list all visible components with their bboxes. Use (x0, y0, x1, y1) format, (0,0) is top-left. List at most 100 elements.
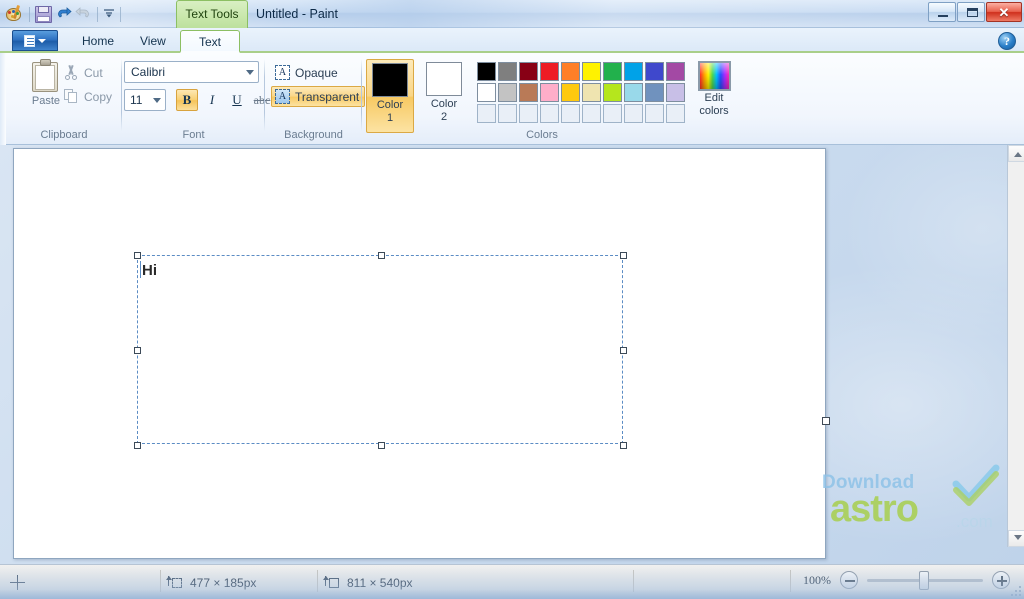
color-swatch-2-10[interactable] (666, 83, 685, 102)
resize-handle-n[interactable] (378, 252, 385, 259)
color-1-label-line2: 1 (386, 112, 394, 124)
color-swatch-2-2[interactable] (498, 83, 517, 102)
help-icon[interactable]: ? (998, 32, 1016, 50)
resize-handle-nw[interactable] (134, 252, 141, 259)
tab-home[interactable]: Home (68, 30, 128, 53)
image-size-icon (323, 575, 340, 590)
color-palette[interactable] (476, 61, 686, 124)
color-swatch-1-4[interactable] (540, 62, 559, 81)
font-family-combobox[interactable]: Calibri (124, 61, 259, 83)
paint-logo-icon[interactable] (6, 4, 24, 23)
status-divider-3 (633, 570, 634, 592)
customize-qat-icon[interactable] (103, 7, 115, 22)
color-swatch-3-3[interactable] (519, 104, 538, 123)
resize-handle-e[interactable] (620, 347, 627, 354)
resize-handle-w[interactable] (134, 347, 141, 354)
color-swatch-1-10[interactable] (666, 62, 685, 81)
scroll-up-button[interactable] (1008, 145, 1024, 162)
text-caret (140, 261, 141, 278)
scroll-down-button[interactable] (1008, 530, 1024, 547)
chevron-down-icon (38, 38, 46, 43)
qat-divider-1 (29, 6, 30, 22)
color-palette-row-3 (476, 103, 686, 124)
color-1-swatch (372, 63, 408, 97)
copy-button[interactable]: Copy (64, 89, 112, 104)
copy-icon (64, 89, 79, 104)
text-box[interactable]: Hi (134, 252, 627, 449)
color-swatch-1-9[interactable] (645, 62, 664, 81)
color-swatch-1-6[interactable] (582, 62, 601, 81)
color-swatch-3-5[interactable] (561, 104, 580, 123)
color-2-button[interactable]: Color 2 (420, 59, 468, 124)
resize-handle-s[interactable] (378, 442, 385, 449)
vertical-scrollbar[interactable] (1007, 145, 1024, 547)
ribbon-tab-row: Home View Text ? (0, 28, 1024, 80)
color-swatch-2-4[interactable] (540, 83, 559, 102)
color-swatch-2-3[interactable] (519, 83, 538, 102)
resize-handle-sw[interactable] (134, 442, 141, 449)
zoom-out-button[interactable] (840, 571, 858, 589)
color-palette-row-2 (476, 82, 686, 103)
resize-handle-se[interactable] (620, 442, 627, 449)
color-swatch-2-7[interactable] (603, 83, 622, 102)
color-swatch-3-4[interactable] (540, 104, 559, 123)
color-swatch-1-5[interactable] (561, 62, 580, 81)
resize-grip[interactable] (1009, 584, 1021, 596)
font-size-combobox[interactable]: 11 (124, 89, 166, 111)
color-swatch-3-9[interactable] (645, 104, 664, 123)
color-1-button[interactable]: Color 1 (366, 59, 414, 133)
tab-text[interactable]: Text (180, 30, 241, 53)
color-swatch-3-10[interactable] (666, 104, 685, 123)
color-swatch-1-7[interactable] (603, 62, 622, 81)
zoom-in-button[interactable] (992, 571, 1010, 589)
color-swatch-3-6[interactable] (582, 104, 601, 123)
color-swatch-1-2[interactable] (498, 62, 517, 81)
chevron-down-icon (153, 98, 161, 103)
minimize-button[interactable] (928, 2, 956, 22)
drawing-canvas[interactable]: Hi (13, 148, 826, 559)
save-icon[interactable] (35, 5, 52, 23)
edit-colors-button[interactable]: Edit colors (689, 59, 739, 118)
color-palette-row-1 (476, 61, 686, 82)
undo-icon[interactable] (55, 6, 72, 23)
status-divider-2 (317, 570, 318, 592)
rainbow-icon (697, 61, 731, 91)
color-swatch-3-8[interactable] (624, 104, 643, 123)
color-1-label-line1: Color (376, 99, 404, 111)
opaque-button[interactable]: A Opaque (271, 62, 344, 83)
tab-view[interactable]: View (126, 30, 180, 53)
color-swatch-3-7[interactable] (603, 104, 622, 123)
quick-access-toolbar[interactable] (6, 3, 123, 25)
chevron-down-icon (246, 70, 254, 75)
close-button[interactable]: ✕ (986, 2, 1022, 22)
underline-button[interactable]: U (226, 89, 248, 111)
color-swatch-2-1[interactable] (477, 83, 496, 102)
paint-window: Text Tools Untitled - Paint ✕ Home View … (0, 0, 1024, 599)
zoom-slider-thumb[interactable] (919, 570, 929, 590)
resize-handle-ne[interactable] (620, 252, 627, 259)
zoom-control[interactable]: 100% (803, 570, 1010, 590)
color-swatch-2-5[interactable] (561, 83, 580, 102)
transparent-button[interactable]: A Transparent (271, 86, 366, 107)
italic-button[interactable]: I (201, 89, 223, 111)
contextual-tab-text-tools[interactable]: Text Tools (176, 0, 248, 28)
color-swatch-3-2[interactable] (498, 104, 517, 123)
color-swatch-1-1[interactable] (477, 62, 496, 81)
ribbon-group-clipboard: Paste Cut Copy Clipboard (6, 53, 122, 145)
canvas-resize-handle-east[interactable] (822, 417, 830, 425)
color-2-label-line2: 2 (440, 111, 448, 123)
color-swatch-2-9[interactable] (645, 83, 664, 102)
maximize-button[interactable] (957, 2, 985, 22)
color-swatch-3-1[interactable] (477, 104, 496, 123)
color-swatch-2-8[interactable] (624, 83, 643, 102)
edit-colors-label-line1: Edit (704, 92, 724, 104)
title-bar: Text Tools Untitled - Paint ✕ (0, 0, 1024, 28)
color-swatch-2-6[interactable] (582, 83, 601, 102)
paste-button[interactable]: Paste (22, 59, 70, 107)
color-swatch-1-3[interactable] (519, 62, 538, 81)
color-swatch-1-8[interactable] (624, 62, 643, 81)
cut-button[interactable]: Cut (64, 65, 103, 80)
bold-button[interactable]: B (176, 89, 198, 111)
file-menu-button[interactable] (12, 30, 58, 51)
zoom-slider[interactable] (867, 570, 983, 590)
